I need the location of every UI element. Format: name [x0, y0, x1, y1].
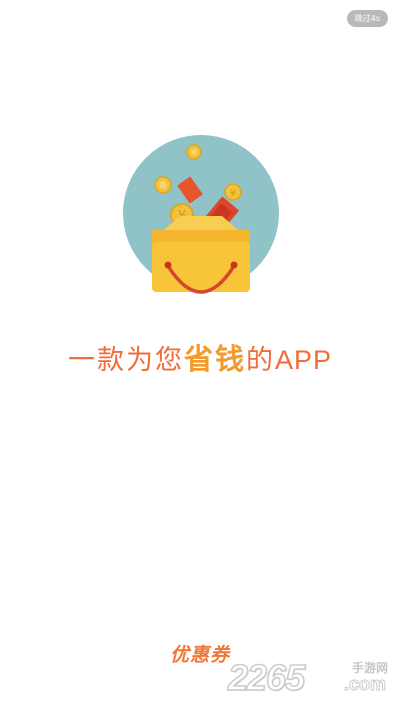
coin-icon: ¥ [224, 183, 242, 201]
splash-screen: 跳过4s ¥ ¥ [0, 0, 400, 711]
slogan-app: APP [274, 345, 333, 375]
watermark-number: 2265 [227, 656, 306, 699]
slogan-text: 的 [245, 345, 275, 376]
watermark-suffix: .com [343, 674, 386, 695]
slogan: 一款为您省钱的APP [0, 336, 400, 378]
slogan-text: 一款为您 [67, 345, 184, 376]
watermark-logo: 2265 手游网 .com [227, 656, 388, 699]
hero-illustration: ¥ ¥ [123, 135, 279, 294]
coin-icon [154, 176, 172, 194]
skip-button[interactable]: 跳过4s [346, 10, 388, 27]
slogan-highlight: 省钱 [183, 342, 246, 376]
svg-text:¥: ¥ [230, 189, 236, 199]
coin-icon [186, 144, 202, 160]
